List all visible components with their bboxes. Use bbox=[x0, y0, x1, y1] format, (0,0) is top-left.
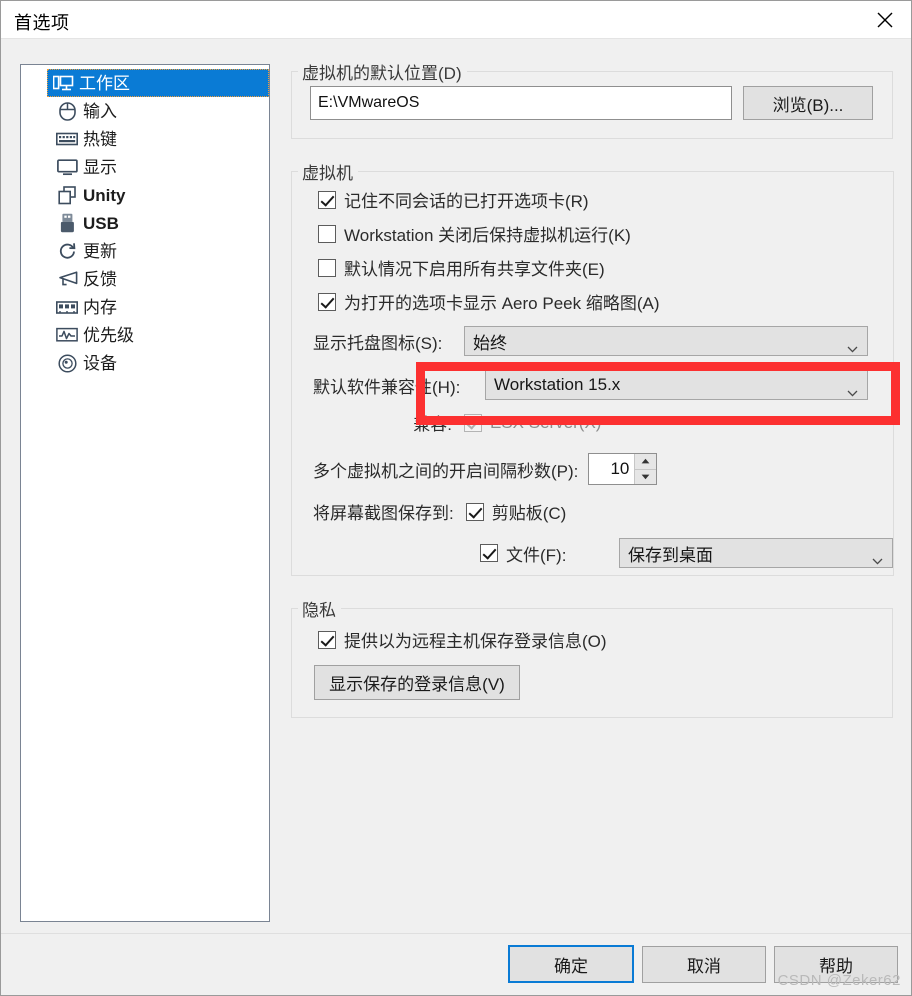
checkbox-box bbox=[464, 413, 482, 432]
virtual-machine-legend: 虚拟机 bbox=[302, 164, 353, 183]
browse-button[interactable]: 浏览(B)... bbox=[743, 86, 873, 120]
screenshot-file-row: 文件(F): 保存到桌面 bbox=[292, 524, 893, 568]
sidebar-item-label: 设备 bbox=[83, 353, 117, 373]
megaphone-icon bbox=[55, 268, 79, 290]
startup-delay-value[interactable]: 10 bbox=[589, 454, 634, 484]
show-saved-credentials-button[interactable]: 显示保存的登录信息(V) bbox=[314, 665, 520, 700]
compatibility-value: Workstation 15.x bbox=[494, 375, 621, 394]
checkbox-label: Workstation 关闭后保持虚拟机运行(K) bbox=[344, 226, 631, 245]
cancel-button[interactable]: 取消 bbox=[642, 946, 766, 983]
watermark-text: CSDN @Zeker62 bbox=[777, 972, 901, 989]
tray-icon-row: 显示托盘图标(S): 始终 bbox=[292, 314, 893, 356]
sidebar-item-memory[interactable]: 内存 bbox=[21, 293, 269, 321]
window-title: 首选项 bbox=[14, 13, 70, 33]
sidebar-item-input[interactable]: 输入 bbox=[21, 97, 269, 125]
privacy-legend: 隐私 bbox=[302, 601, 336, 620]
checkbox-aero-peek[interactable]: 为打开的选项卡显示 Aero Peek 缩略图(A) bbox=[292, 280, 893, 314]
disc-icon bbox=[55, 352, 79, 374]
checkbox-box[interactable] bbox=[318, 190, 336, 209]
display-icon bbox=[55, 156, 79, 178]
chevron-down-icon bbox=[847, 382, 858, 397]
sidebar-item-label: 更新 bbox=[83, 241, 117, 261]
screenshot-clipboard-row: 将屏幕截图保存到: 剪贴板(C) bbox=[292, 485, 893, 524]
close-button[interactable] bbox=[859, 1, 911, 38]
sidebar-item-feedback[interactable]: 反馈 bbox=[21, 265, 269, 293]
close-icon bbox=[875, 10, 895, 30]
checkbox-enable-shared-folders[interactable]: 默认情况下启用所有共享文件夹(E) bbox=[292, 246, 893, 280]
sidebar-item-label: 反馈 bbox=[83, 269, 117, 289]
chevron-down-icon bbox=[847, 338, 858, 353]
stepper-down-button[interactable] bbox=[635, 469, 657, 484]
windows-overlap-icon bbox=[55, 184, 79, 206]
file-target-value: 保存到桌面 bbox=[628, 545, 713, 565]
sidebar-item-label: 热键 bbox=[83, 129, 117, 149]
clipboard-label: 剪贴板(C) bbox=[491, 504, 567, 523]
checkbox-box[interactable] bbox=[480, 544, 498, 562]
virtual-machine-group: 虚拟机 记住不同会话的已打开选项卡(R) Workstation 关闭后保持虚拟… bbox=[291, 159, 894, 576]
file-label: 文件(F): bbox=[506, 545, 567, 565]
tray-icon-value: 始终 bbox=[473, 333, 507, 353]
checkbox-label: 默认情况下启用所有共享文件夹(E) bbox=[344, 260, 605, 279]
sidebar-item-workspace[interactable]: 工作区 bbox=[47, 69, 269, 97]
tray-icon-label: 显示托盘图标(S): bbox=[313, 333, 443, 353]
default-location-group: 虚拟机的默认位置(D) E:\VMwareOS 浏览(B)... bbox=[291, 59, 893, 139]
sidebar-item-display[interactable]: 显示 bbox=[21, 153, 269, 181]
esx-server-row: 兼容: ESX Server(X) bbox=[292, 400, 893, 435]
sidebar-item-updates[interactable]: 更新 bbox=[21, 237, 269, 265]
stepper-arrows[interactable] bbox=[634, 454, 657, 484]
checkbox-keep-vms-running[interactable]: Workstation 关闭后保持虚拟机运行(K) bbox=[292, 212, 893, 246]
default-location-input[interactable]: E:\VMwareOS bbox=[310, 86, 732, 120]
sidebar-item-label: 内存 bbox=[83, 297, 117, 317]
checkbox-remember-tabs[interactable]: 记住不同会话的已打开选项卡(R) bbox=[292, 184, 893, 212]
dialog-footer: 确定 取消 帮助 CSDN @Zeker62 bbox=[1, 933, 911, 995]
tray-icon-select[interactable]: 始终 bbox=[464, 326, 868, 356]
checkbox-label: 为打开的选项卡显示 Aero Peek 缩略图(A) bbox=[344, 294, 660, 313]
startup-delay-label: 多个虚拟机之间的开启间隔秒数(P): bbox=[313, 461, 579, 481]
sidebar-item-devices[interactable]: 设备 bbox=[21, 349, 269, 377]
title-bar: 首选项 bbox=[1, 1, 911, 39]
default-location-legend: 虚拟机的默认位置(D) bbox=[302, 64, 462, 83]
chevron-down-icon bbox=[872, 550, 883, 565]
settings-pane: 虚拟机的默认位置(D) E:\VMwareOS 浏览(B)... 虚拟机 记住不… bbox=[291, 59, 894, 738]
checkbox-label: 提供以为远程主机保存登录信息(O) bbox=[344, 632, 607, 651]
refresh-icon bbox=[55, 240, 79, 262]
privacy-group: 隐私 提供以为远程主机保存登录信息(O) 显示保存的登录信息(V) bbox=[291, 596, 893, 718]
monitor-workspace-icon bbox=[51, 72, 75, 94]
checkbox-box[interactable] bbox=[318, 630, 336, 649]
sidebar-item-hotkeys[interactable]: 热键 bbox=[21, 125, 269, 153]
sidebar-item-label: USB bbox=[83, 213, 119, 233]
preferences-dialog: 首选项 工作区 输入 热键 显示 Unity USB 更新 反馈 内存 优先级 … bbox=[0, 0, 912, 996]
compatibility-row: 默认软件兼容性(H): Workstation 15.x bbox=[292, 356, 893, 400]
startup-delay-stepper[interactable]: 10 bbox=[588, 453, 658, 485]
sidebar-item-label: 工作区 bbox=[79, 73, 130, 93]
checkbox-label: 记住不同会话的已打开选项卡(R) bbox=[344, 192, 589, 211]
screenshot-label: 将屏幕截图保存到: bbox=[313, 504, 454, 523]
esx-server-label: ESX Server(X) bbox=[490, 412, 602, 432]
esx-prefix-label: 兼容: bbox=[413, 415, 452, 434]
checkbox-save-login-info[interactable]: 提供以为远程主机保存登录信息(O) bbox=[292, 621, 892, 652]
ok-button[interactable]: 确定 bbox=[508, 945, 634, 983]
keyboard-icon bbox=[55, 128, 79, 150]
stepper-up-button[interactable] bbox=[635, 454, 657, 470]
sidebar-item-label: 输入 bbox=[83, 101, 117, 121]
category-list[interactable]: 工作区 输入 热键 显示 Unity USB 更新 反馈 内存 优先级 设备 bbox=[20, 64, 270, 922]
waveform-icon bbox=[55, 324, 79, 346]
compatibility-select[interactable]: Workstation 15.x bbox=[485, 370, 868, 400]
memory-chip-icon bbox=[55, 296, 79, 318]
sidebar-item-label: Unity bbox=[83, 185, 126, 205]
sidebar-item-unity[interactable]: Unity bbox=[21, 181, 269, 209]
startup-delay-row: 多个虚拟机之间的开启间隔秒数(P): 10 bbox=[292, 435, 893, 485]
usb-icon bbox=[55, 212, 79, 234]
mouse-icon bbox=[55, 100, 79, 122]
sidebar-item-priority[interactable]: 优先级 bbox=[21, 321, 269, 349]
checkbox-box[interactable] bbox=[318, 292, 336, 311]
compatibility-label: 默认软件兼容性(H): bbox=[313, 377, 461, 397]
sidebar-item-usb[interactable]: USB bbox=[21, 209, 269, 237]
sidebar-item-label: 优先级 bbox=[83, 325, 134, 345]
checkbox-box[interactable] bbox=[318, 224, 336, 243]
checkbox-box[interactable] bbox=[465, 502, 484, 521]
sidebar-item-label: 显示 bbox=[83, 157, 117, 177]
checkbox-box[interactable] bbox=[318, 258, 336, 277]
file-target-select[interactable]: 保存到桌面 bbox=[619, 538, 893, 568]
